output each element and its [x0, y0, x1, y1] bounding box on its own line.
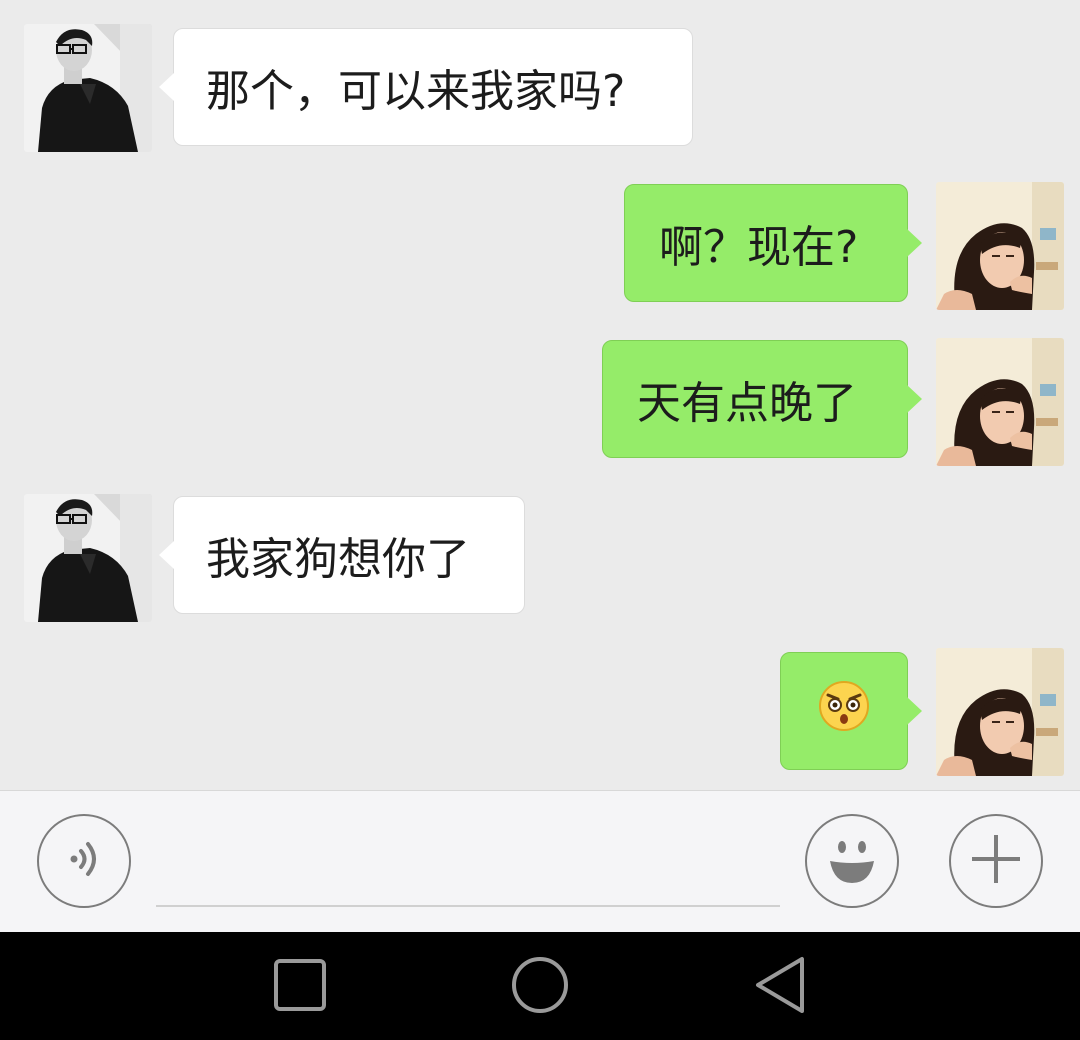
circle-icon — [510, 955, 570, 1019]
message-input[interactable] — [156, 831, 780, 907]
incoming-message-bubble[interactable]: 我家狗想你了 — [159, 496, 525, 614]
outgoing-message-bubble[interactable]: 天有点晚了 — [602, 340, 922, 458]
incoming-message-bubble[interactable]: 那个，可以来我家吗? — [159, 28, 693, 146]
chat-screen: 那个，可以来我家吗? 啊？现在? 天有点晚了 我家狗想你了 — [0, 0, 1080, 1040]
add-more-button[interactable] — [949, 814, 1043, 908]
plus-icon — [968, 831, 1024, 891]
triangle-back-icon — [752, 955, 808, 1019]
message-text: 那个，可以来我家吗? — [206, 66, 626, 117]
voice-icon — [59, 834, 109, 888]
shocked-face-emoji-icon — [818, 680, 870, 743]
system-navigation-bar — [0, 932, 1080, 1040]
message-list[interactable]: 那个，可以来我家吗? 啊？现在? 天有点晚了 我家狗想你了 — [0, 0, 1080, 790]
recent-apps-button[interactable] — [265, 952, 335, 1022]
outgoing-message-bubble[interactable]: 啊？现在? — [624, 184, 922, 302]
message-text: 啊？现在? — [659, 222, 859, 273]
emoji-button[interactable] — [805, 814, 899, 908]
home-button[interactable] — [505, 952, 575, 1022]
contact-avatar[interactable] — [24, 494, 152, 622]
input-bar — [0, 790, 1080, 932]
my-avatar[interactable] — [936, 182, 1064, 310]
smiley-face-icon — [822, 829, 882, 893]
message-text: 我家狗想你了 — [206, 534, 470, 585]
square-icon — [273, 958, 327, 1016]
message-text: 天有点晚了 — [637, 378, 857, 429]
outgoing-emoji-bubble[interactable] — [780, 652, 922, 770]
contact-avatar[interactable] — [24, 24, 152, 152]
voice-button[interactable] — [37, 814, 131, 908]
my-avatar[interactable] — [936, 338, 1064, 466]
back-button[interactable] — [745, 952, 815, 1022]
my-avatar[interactable] — [936, 648, 1064, 776]
